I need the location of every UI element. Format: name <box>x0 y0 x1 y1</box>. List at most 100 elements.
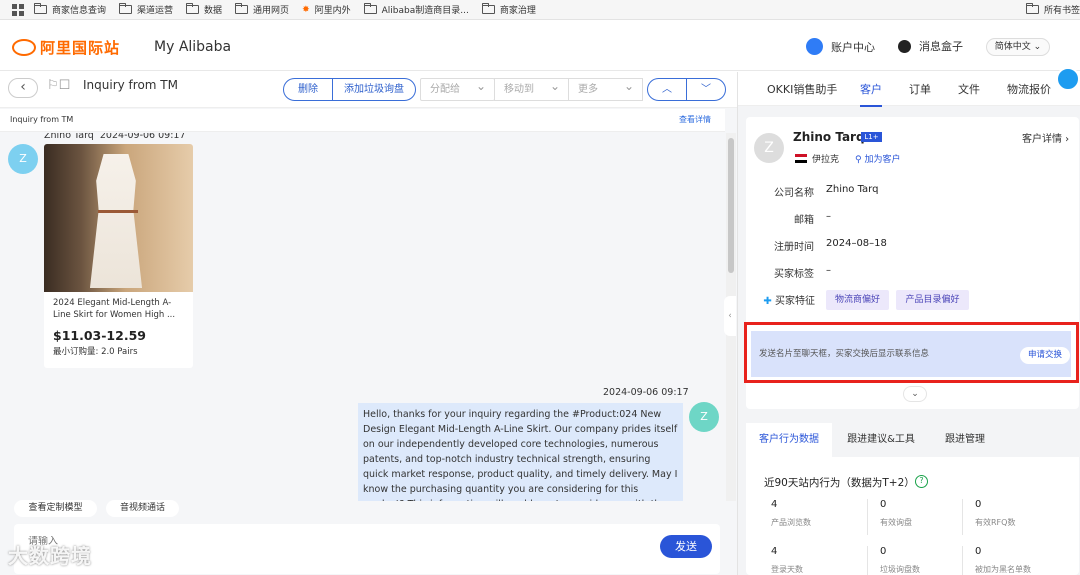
bookmark-label: 商家治理 <box>499 6 536 16</box>
divider <box>867 546 868 575</box>
bookmark-label: 阿里内外 <box>314 6 351 16</box>
user-plus-icon: ⚲ <box>855 155 862 165</box>
tab-follow-tools[interactable]: 跟进建议&工具 <box>832 423 930 457</box>
stat-value: 4 <box>771 546 778 557</box>
tab-follow-manage[interactable]: 跟进管理 <box>930 423 1000 457</box>
custom-model-button[interactable]: 查看定制模型 <box>14 500 97 517</box>
video-call-button[interactable]: 音视频通话 <box>106 500 179 517</box>
country-label: 伊拉克 <box>812 155 840 165</box>
message-box[interactable]: 消息盒子 <box>898 38 963 54</box>
next-button[interactable]: ﹀ <box>686 78 726 101</box>
folder-icon <box>1025 3 1039 14</box>
add-customer-link[interactable]: ⚲ 加为客户 <box>855 152 900 165</box>
expand-chevron-icon[interactable]: ⌄ <box>903 386 927 402</box>
product-image <box>44 144 193 292</box>
bookmark-item[interactable]: ✸ 阿里内外 <box>302 3 351 17</box>
bookmark-item[interactable]: 通用网页 <box>235 3 289 16</box>
prev-button[interactable]: ︿ <box>647 78 687 101</box>
folder-icon <box>186 3 200 14</box>
add-customer-label: 加为客户 <box>864 155 901 165</box>
stat-value: 0 <box>975 499 982 510</box>
delete-button[interactable]: 删除 <box>283 78 333 101</box>
help-icon[interactable]: ? <box>915 475 928 488</box>
tab-logistics[interactable]: 物流报价 <box>1007 81 1051 97</box>
message-icon <box>898 39 911 53</box>
language-selector[interactable]: 简体中文 ⌄ <box>986 38 1050 56</box>
bookmark-label: 通用网页 <box>253 6 290 16</box>
tab-files[interactable]: 文件 <box>958 81 980 97</box>
stat-label: 有效询盘 <box>880 518 912 527</box>
view-details-link[interactable]: 查看详情 <box>679 109 711 131</box>
bookmark-item[interactable]: 商家信息查询 <box>34 3 106 16</box>
collapse-panel-handle[interactable]: ‹ <box>724 296 736 336</box>
bookmarks-bar: 商家信息查询 渠道运营 数据 通用网页 ✸ 阿里内外 Alibaba制造商目录..… <box>0 0 1080 20</box>
inquiry-subbar: Inquiry from TM 查看详情 <box>0 109 725 132</box>
site-header: 阿里国际站 My Alibaba 账户中心 消息盒子 简体中文 ⌄ <box>0 21 1080 71</box>
tab-behavior[interactable]: 客户行为数据 <box>746 423 832 457</box>
all-bookmarks[interactable]: 所有书签 <box>1025 3 1080 16</box>
bookmark-label: 商家信息查询 <box>52 6 107 16</box>
feature-icon: ✚ <box>763 296 772 307</box>
alibaba-logo-icon <box>12 39 36 56</box>
tag-catalog: 产品目录偏好 <box>896 290 969 310</box>
message-list[interactable]: Zhino Tarq 2024-09-06 09:17 Z 2024 Elega… <box>0 133 725 501</box>
field-value: 2024–08–18 <box>826 238 887 249</box>
chat-bubble-icon[interactable] <box>1056 67 1080 91</box>
bookmark-item[interactable]: Alibaba制造商目录... <box>363 3 469 16</box>
assign-dropdown[interactable]: 分配给 <box>420 76 495 101</box>
account-icon <box>806 38 823 55</box>
folder-icon <box>481 3 495 14</box>
reply-bubble: Hello, thanks for your inquiry regarding… <box>358 403 683 501</box>
feature-label-text: 买家特征 <box>775 296 815 307</box>
sender-name: Zhino Tarq <box>44 133 94 141</box>
logo-text: 阿里国际站 <box>40 39 121 57</box>
tab-customer[interactable]: 客户 <box>860 81 882 107</box>
bookmark-label: 渠道运营 <box>137 6 174 16</box>
message-input[interactable] <box>28 536 528 547</box>
right-tabs: OKKI销售助手 客户 订单 文件 物流报价 <box>738 72 1080 107</box>
apps-grid-icon[interactable] <box>12 3 24 16</box>
message-input-box[interactable] <box>14 524 720 574</box>
scrollbar-thumb[interactable] <box>728 138 734 273</box>
my-alibaba-title[interactable]: My Alibaba <box>154 39 231 55</box>
bookmark-item[interactable]: 渠道运营 <box>119 3 173 16</box>
alibaba-logo[interactable]: 阿里国际站 <box>12 37 120 58</box>
product-price: $11.03-12.59 <box>53 328 146 343</box>
divider <box>867 499 868 535</box>
add-spam-button[interactable]: 添加垃圾询盘 <box>332 78 416 101</box>
subbar-label: Inquiry from TM <box>10 115 74 124</box>
stat-label: 登录天数 <box>771 565 803 574</box>
folder-icon <box>235 3 249 14</box>
send-button[interactable]: 发送 <box>660 535 712 558</box>
move-dropdown[interactable]: 移动到 <box>494 76 569 101</box>
watermark: 大数跨境 <box>8 544 92 568</box>
seller-avatar: Z <box>689 402 719 432</box>
back-button[interactable]: ‹ <box>8 78 38 98</box>
sender-time: 2024-09-06 09:17 <box>99 133 186 141</box>
product-card[interactable]: 2024 Elegant Mid-Length A-Line Skirt for… <box>44 144 193 368</box>
dress-shape <box>89 154 143 288</box>
stat-value: 0 <box>880 546 887 557</box>
folder-icon <box>363 3 377 14</box>
account-center[interactable]: 账户中心 <box>806 38 875 55</box>
divider <box>962 499 963 535</box>
stat-label: 垃圾询盘数 <box>880 565 920 574</box>
flag-icon[interactable]: ⚐☐ <box>47 78 70 94</box>
ali-logo-icon: ✸ <box>302 4 310 15</box>
inbox-label: 消息盒子 <box>919 40 963 53</box>
inquiry-title: Inquiry from TM <box>83 78 178 92</box>
buyer-avatar[interactable]: Z <box>8 144 38 174</box>
field-label: 注册时间 <box>774 242 814 253</box>
sender-line: Zhino Tarq 2024-09-06 09:17 <box>44 133 186 141</box>
bookmark-item[interactable]: 商家治理 <box>481 3 536 16</box>
tab-okki[interactable]: OKKI销售助手 <box>767 81 837 97</box>
chevron-down-icon: ⌄ <box>1033 42 1042 52</box>
level-badge: L1+ <box>861 132 882 142</box>
bookmark-item[interactable]: 数据 <box>186 3 222 16</box>
more-dropdown[interactable]: 更多 <box>568 76 643 101</box>
tab-orders[interactable]: 订单 <box>909 81 931 97</box>
product-name: 2024 Elegant Mid-Length A-Line Skirt for… <box>53 298 176 320</box>
bookmark-label: 数据 <box>204 6 223 16</box>
customer-detail-link[interactable]: 客户详情 › <box>1022 130 1069 145</box>
tag-logistics: 物流商偏好 <box>826 290 889 310</box>
